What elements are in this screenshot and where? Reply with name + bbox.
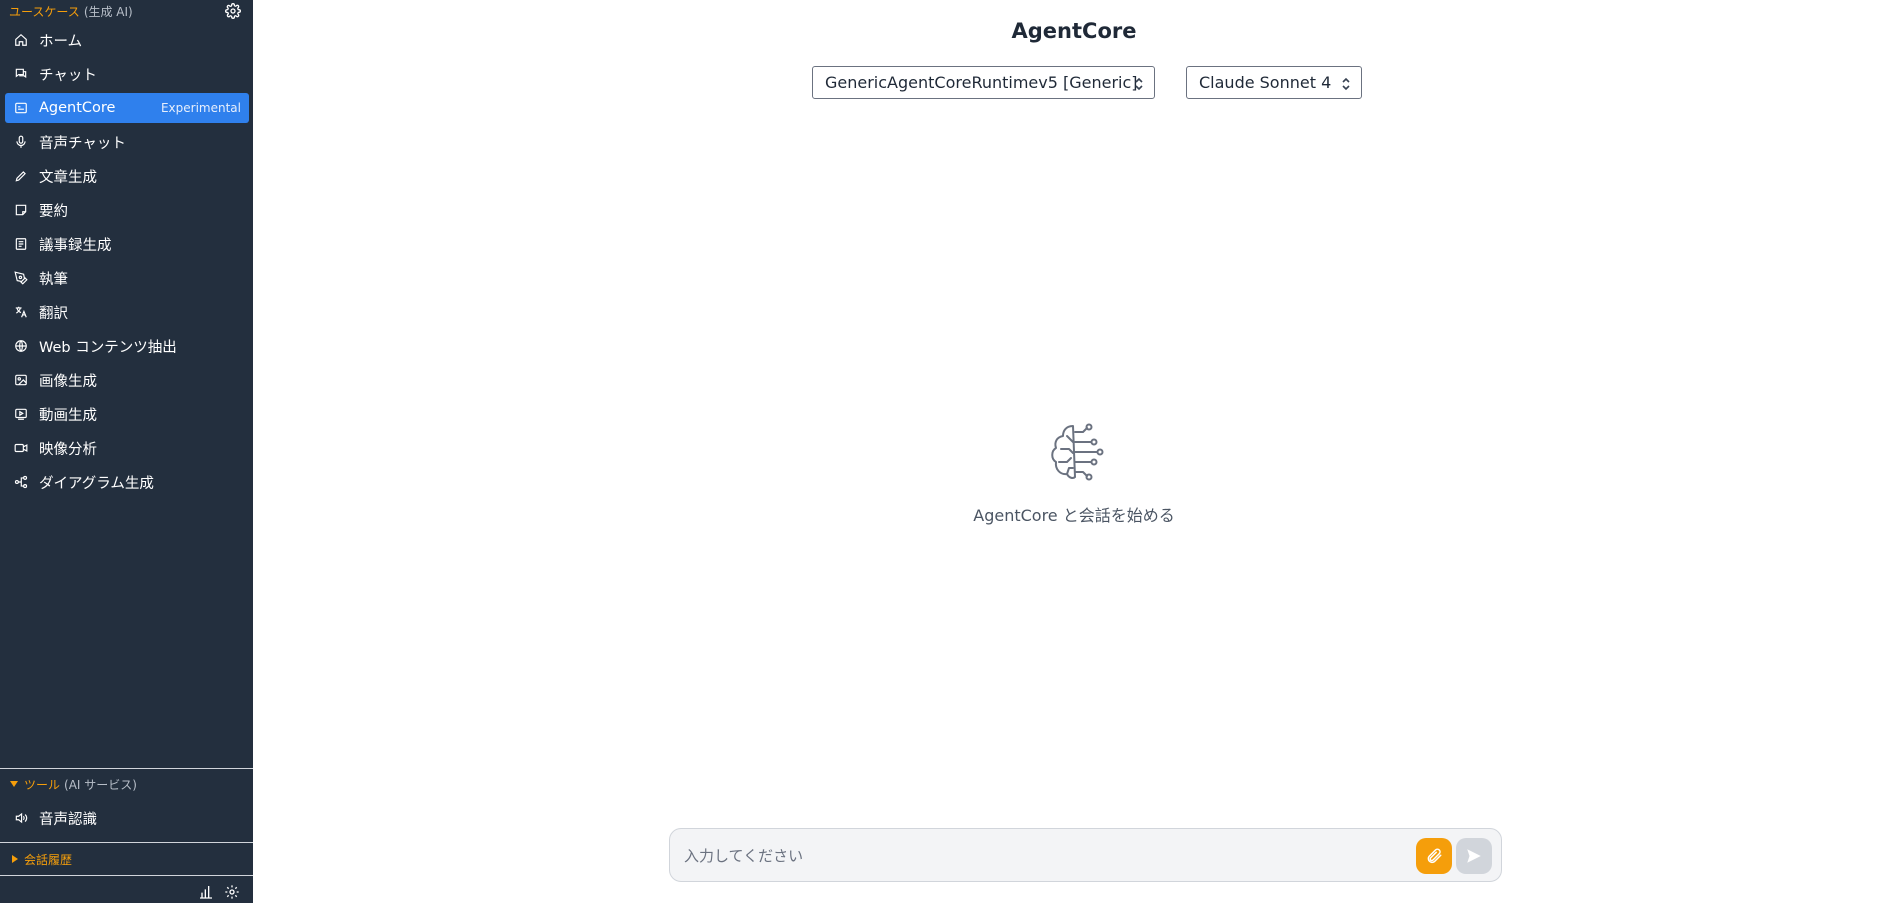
sidebar-item-label: 画像生成 (39, 373, 97, 390)
sidebar-item-agentcore[interactable]: AgentCore Experimental (5, 93, 249, 123)
chevron-up-down-icon (1134, 76, 1144, 91)
triangle-down-icon (10, 781, 18, 787)
sidebar-item-image-generation[interactable]: 画像生成 (5, 365, 249, 395)
sidebar-item-web-extract[interactable]: Web コンテンツ抽出 (5, 331, 249, 361)
sidebar-item-home[interactable]: ホーム (5, 25, 249, 55)
video-icon (14, 441, 28, 455)
model-select[interactable]: Claude Sonnet 4 (1186, 66, 1362, 99)
sidebar-item-label: 翻訳 (39, 305, 68, 322)
chevron-up-down-icon (1341, 76, 1351, 91)
sidebar-item-label: Web コンテンツ抽出 (39, 339, 177, 356)
sidebar-divider (0, 768, 253, 769)
page-title: AgentCore (1011, 19, 1137, 43)
sidebar-item-label: 要約 (39, 203, 68, 220)
model-select-value: Claude Sonnet 4 (1199, 73, 1332, 92)
sidebar-item-summary[interactable]: 要約 (5, 195, 249, 225)
empty-state-text: AgentCore と会話を始める (973, 506, 1175, 525)
translate-icon (14, 305, 28, 319)
sidebar-nav: ホーム チャット AgentCore Experimental 音声チャット 文… (5, 25, 249, 501)
sidebar-item-label: 動画生成 (39, 407, 97, 424)
sidebar-item-label: 映像分析 (39, 441, 97, 458)
brain-circuit-icon (1045, 422, 1105, 482)
document-icon (14, 237, 28, 251)
sidebar-item-label: チャット (39, 67, 97, 84)
pencil-icon (14, 169, 28, 183)
sidebar-item-label: 議事録生成 (39, 237, 112, 254)
experimental-badge: Experimental (160, 101, 241, 115)
history-section-label: 会話履歴 (24, 852, 73, 867)
send-button[interactable] (1456, 838, 1492, 874)
runtime-select[interactable]: GenericAgentCoreRuntimev5 [Generic] (812, 66, 1155, 99)
tools-section-label: ツール (24, 777, 61, 792)
microphone-icon (14, 135, 28, 149)
sidebar: ユースケース (生成 AI) ホーム チャット AgentCore Experi… (0, 0, 253, 903)
sidebar-item-chat[interactable]: チャット (5, 59, 249, 89)
sidebar-item-video-generation[interactable]: 動画生成 (5, 399, 249, 429)
tools-section-toggle[interactable]: ツール (AI サービス) (0, 773, 253, 795)
sidebar-item-label: AgentCore (39, 100, 116, 116)
sidebar-item-video-analysis[interactable]: 映像分析 (5, 433, 249, 463)
sidebar-item-speech-recognition[interactable]: 音声認識 (5, 803, 249, 833)
sidebar-item-voice-chat[interactable]: 音声チャット (5, 127, 249, 157)
sidebar-item-label: ホーム (39, 33, 83, 50)
gear-icon[interactable] (225, 3, 241, 19)
usecase-section-sublabel: (生成 AI) (83, 4, 133, 19)
home-icon (14, 33, 28, 47)
sidebar-item-label: 執筆 (39, 271, 68, 288)
tools-section-sublabel: (AI サービス) (64, 777, 137, 792)
stats-icon[interactable] (198, 884, 214, 900)
gear-icon[interactable] (224, 884, 240, 900)
history-section-toggle[interactable]: 会話履歴 (0, 848, 253, 870)
sidebar-item-minutes[interactable]: 議事録生成 (5, 229, 249, 259)
sidebar-item-label: 音声チャット (39, 135, 126, 152)
sidebar-item-label: 文章生成 (39, 169, 97, 186)
attach-button[interactable] (1416, 838, 1452, 874)
triangle-right-icon (12, 855, 18, 863)
pen-icon (14, 271, 28, 285)
sidebar-item-label: 音声認識 (39, 811, 97, 828)
chat-icon (14, 67, 28, 81)
note-icon (14, 203, 28, 217)
sidebar-item-label: ダイアグラム生成 (39, 475, 154, 492)
usecase-section-label: ユースケース (9, 4, 80, 19)
chat-input[interactable] (684, 841, 1384, 871)
send-icon (1465, 847, 1483, 865)
image-icon (14, 373, 28, 387)
main-content: AgentCore GenericAgentCoreRuntimev5 [Gen… (253, 0, 1895, 903)
sidebar-divider (0, 875, 253, 876)
diagram-icon (14, 475, 28, 489)
sidebar-divider (0, 842, 253, 843)
runtime-select-value: GenericAgentCoreRuntimev5 [Generic] (825, 73, 1138, 92)
sidebar-item-writing[interactable]: 執筆 (5, 263, 249, 293)
paperclip-icon (1425, 847, 1443, 865)
chat-input-bar (669, 828, 1502, 882)
play-icon (14, 407, 28, 421)
speaker-icon (14, 811, 28, 825)
globe-icon (14, 339, 28, 353)
agentcore-icon (14, 101, 28, 115)
sidebar-item-text-generation[interactable]: 文章生成 (5, 161, 249, 191)
sidebar-item-translate[interactable]: 翻訳 (5, 297, 249, 327)
sidebar-item-diagram[interactable]: ダイアグラム生成 (5, 467, 249, 497)
sidebar-header: ユースケース (生成 AI) (0, 0, 253, 22)
